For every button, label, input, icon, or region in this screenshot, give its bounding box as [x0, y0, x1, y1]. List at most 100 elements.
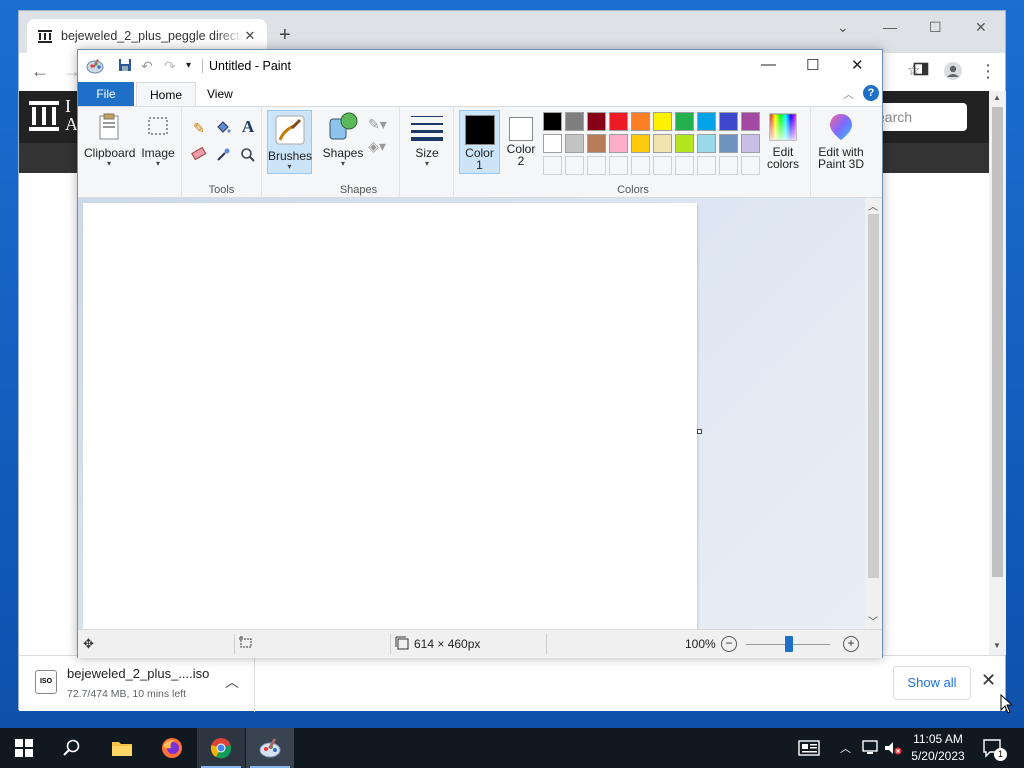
palette-swatch[interactable] — [653, 112, 672, 131]
paint-close-button[interactable]: ✕ — [851, 56, 864, 74]
image-button[interactable]: Image ▾ — [136, 111, 180, 168]
palette-swatch[interactable] — [719, 112, 738, 131]
color-picker-icon[interactable] — [214, 147, 232, 165]
palette-swatch[interactable] — [565, 112, 584, 131]
archive-logo-icon[interactable] — [29, 99, 59, 136]
palette-swatch[interactable] — [609, 112, 628, 131]
close-button[interactable]: ✕ — [975, 19, 987, 36]
clipboard-button[interactable]: Clipboard ▾ — [84, 111, 135, 168]
file-explorer-button[interactable] — [98, 728, 146, 768]
tab-home[interactable]: Home — [136, 82, 197, 106]
drawing-canvas[interactable] — [83, 203, 697, 630]
paint-maximize-button[interactable]: ☐ — [806, 56, 819, 74]
palette-swatch[interactable] — [697, 134, 716, 153]
outline-icon[interactable]: ✎▾ — [368, 115, 387, 133]
tab-search-icon[interactable]: ⌄ — [837, 19, 849, 36]
fill-bucket-icon[interactable] — [214, 119, 232, 137]
text-tool-icon[interactable]: A — [239, 118, 257, 136]
palette-swatch[interactable] — [741, 134, 760, 153]
canvas-scroll-thumb[interactable] — [868, 214, 879, 578]
palette-custom-slot[interactable] — [543, 156, 562, 175]
palette-swatch[interactable] — [587, 134, 606, 153]
palette-swatch[interactable] — [719, 134, 738, 153]
paint-minimize-button[interactable]: — — [761, 56, 776, 73]
palette-custom-slot[interactable] — [741, 156, 760, 175]
canvas-scrollbar[interactable]: ︿ ﹀ — [865, 198, 882, 629]
eraser-icon[interactable] — [190, 146, 208, 165]
palette-swatch[interactable] — [543, 112, 562, 131]
tray-overflow-icon[interactable]: ︿ — [840, 728, 851, 768]
brushes-button[interactable]: Brushes ▾ — [267, 110, 312, 174]
chrome-taskbar-button[interactable] — [197, 728, 245, 768]
paint3d-button[interactable]: Edit with Paint 3D — [813, 111, 869, 170]
magnifier-icon[interactable] — [239, 147, 257, 165]
tab-close-icon[interactable]: ✕ — [243, 28, 257, 44]
tab-file[interactable]: File — [78, 82, 134, 106]
news-widget-icon[interactable] — [798, 728, 820, 768]
maximize-button[interactable]: ☐ — [929, 19, 942, 36]
palette-custom-slot[interactable] — [565, 156, 584, 175]
paint-taskbar-button[interactable] — [246, 728, 294, 768]
pencil-icon[interactable]: ✎ — [190, 119, 208, 137]
palette-custom-slot[interactable] — [719, 156, 738, 175]
menu-kebab-icon[interactable]: ⋮ — [979, 61, 997, 81]
tab-view[interactable]: View — [194, 82, 246, 106]
palette-custom-slot[interactable] — [631, 156, 650, 175]
palette-custom-slot[interactable] — [675, 156, 694, 175]
system-clock[interactable]: 11:05 AM 5/20/2023 — [900, 731, 976, 765]
palette-swatch[interactable] — [631, 112, 650, 131]
help-icon[interactable]: ? — [863, 85, 879, 101]
new-tab-button[interactable]: + — [279, 25, 291, 45]
site-search-input[interactable]: earch — [869, 103, 967, 131]
scroll-up-icon[interactable]: ▲ — [993, 93, 1001, 102]
show-all-button[interactable]: Show all — [893, 666, 971, 700]
palette-swatch[interactable] — [675, 112, 694, 131]
color1-button[interactable]: Color 1 — [459, 110, 500, 174]
color2-button[interactable]: Color 2 — [502, 110, 540, 167]
undo-icon[interactable]: ↶ — [141, 58, 153, 74]
scroll-up-icon[interactable]: ︿ — [868, 198, 878, 213]
palette-swatch[interactable] — [609, 134, 628, 153]
firefox-button[interactable] — [148, 728, 196, 768]
scroll-down-icon[interactable]: ▼ — [993, 641, 1001, 650]
close-download-bar-icon[interactable]: ✕ — [981, 670, 996, 691]
shapes-button[interactable]: Shapes ▾ — [322, 111, 364, 168]
customize-qat-icon[interactable]: ▾ — [186, 58, 191, 74]
profile-avatar-icon[interactable] — [943, 61, 963, 85]
minimize-button[interactable]: — — [883, 19, 897, 35]
palette-swatch[interactable] — [587, 112, 606, 131]
zoom-out-button[interactable]: − — [721, 636, 737, 652]
zoom-in-button[interactable]: + — [843, 636, 859, 652]
page-scrollbar[interactable]: ▲ ▼ — [989, 91, 1006, 655]
palette-swatch[interactable] — [543, 134, 562, 153]
sidebar-icon[interactable] — [913, 61, 929, 81]
notifications-button[interactable]: 1 — [982, 728, 1007, 768]
network-icon[interactable] — [862, 728, 880, 768]
browser-tab[interactable]: bejeweled_2_plus_peggle directory ✕ — [27, 19, 267, 53]
fill-icon[interactable]: ◈▾ — [368, 137, 386, 155]
palette-custom-slot[interactable] — [697, 156, 716, 175]
back-arrow-icon[interactable]: ← — [31, 61, 49, 81]
palette-custom-slot[interactable] — [587, 156, 606, 175]
palette-swatch[interactable] — [631, 134, 650, 153]
search-button[interactable] — [48, 728, 96, 768]
palette-swatch[interactable] — [565, 134, 584, 153]
palette-custom-slot[interactable] — [609, 156, 628, 175]
zoom-slider-thumb[interactable] — [785, 636, 793, 652]
palette-swatch[interactable] — [653, 134, 672, 153]
palette-custom-slot[interactable] — [653, 156, 672, 175]
scroll-thumb[interactable] — [992, 107, 1003, 577]
resize-handle[interactable] — [697, 429, 702, 434]
palette-swatch[interactable] — [697, 112, 716, 131]
size-button[interactable]: Size ▾ — [406, 111, 448, 168]
start-button[interactable] — [0, 728, 48, 768]
palette-swatch[interactable] — [741, 112, 760, 131]
download-item[interactable]: ISO bejeweled_2_plus_....iso 72.7/474 MB… — [19, 656, 255, 712]
chevron-up-icon[interactable]: ︿ — [225, 672, 239, 692]
scroll-down-icon[interactable]: ﹀ — [868, 613, 878, 628]
palette-swatch[interactable] — [675, 134, 694, 153]
edit-colors-button[interactable]: Edit colors — [763, 111, 803, 170]
collapse-ribbon-icon[interactable]: ︿ — [843, 86, 854, 102]
redo-icon[interactable]: ↷ — [164, 58, 176, 74]
save-icon[interactable] — [118, 58, 132, 75]
